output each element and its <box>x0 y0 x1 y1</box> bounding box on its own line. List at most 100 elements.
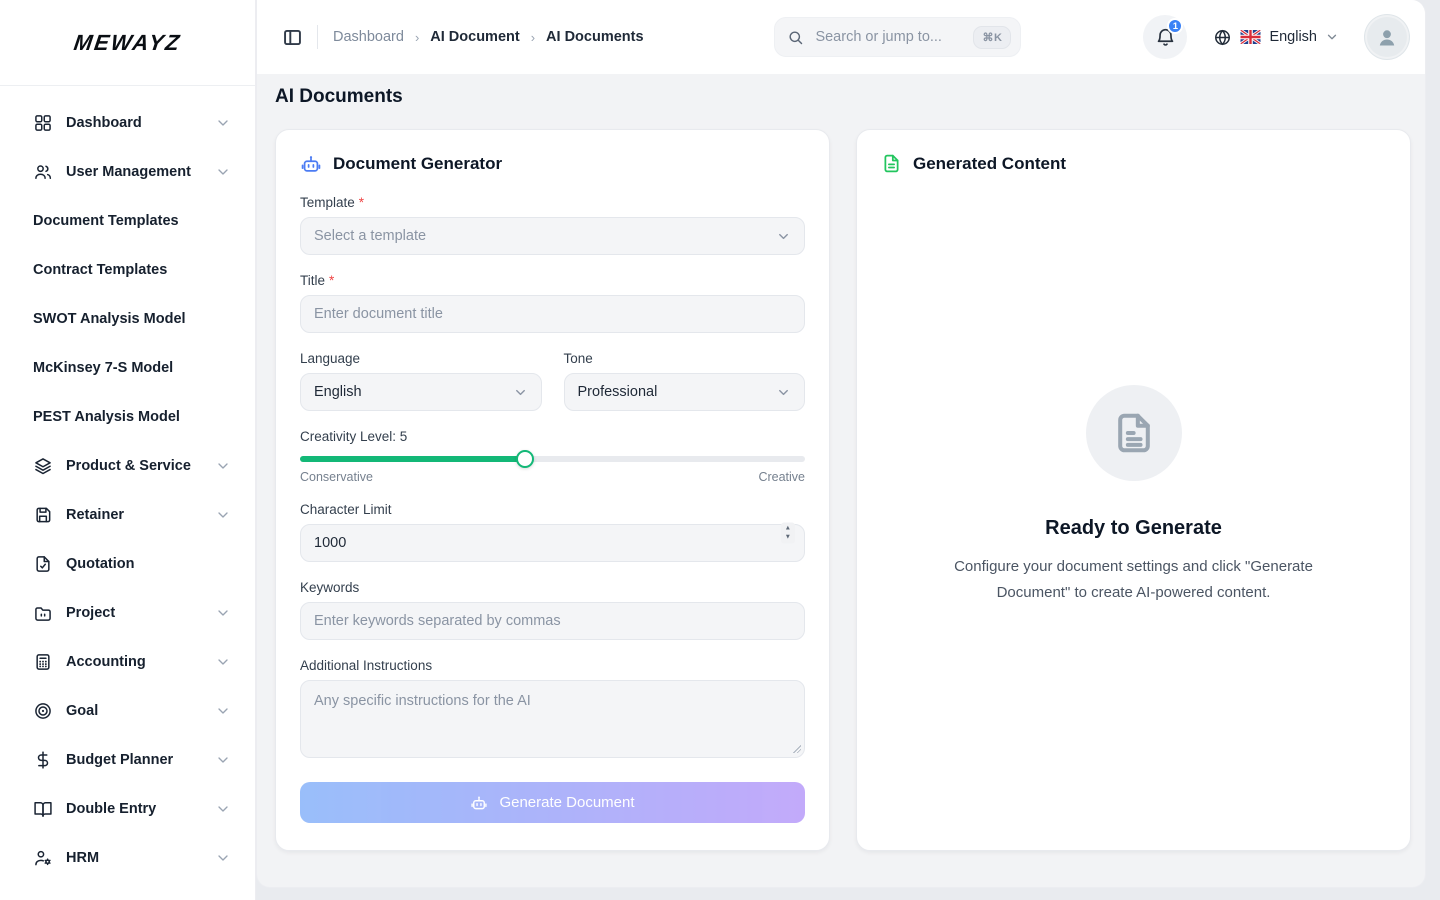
save-icon <box>33 505 53 525</box>
chevron-down-icon <box>1325 30 1339 44</box>
sidebar-item-user-management[interactable]: User Management <box>33 147 231 196</box>
sidebar-item-label: Goal <box>66 701 215 721</box>
stepper-down-icon[interactable]: ▼ <box>785 534 791 541</box>
sidebar-item-goal[interactable]: Goal <box>33 686 231 735</box>
creativity-slider-thumb[interactable] <box>516 450 534 468</box>
sidebar-item-label: Product & Service <box>66 456 215 476</box>
keywords-label: Keywords <box>300 580 359 595</box>
search-shortcut-badge: ⌘K <box>973 26 1011 49</box>
uk-flag-icon <box>1240 30 1261 44</box>
sidebar-item-accounting[interactable]: Accounting <box>33 637 231 686</box>
language-selector[interactable]: English <box>1213 28 1339 47</box>
sidebar-item-mckinsey-7-s-model[interactable]: McKinsey 7-S Model <box>33 343 231 392</box>
creativity-label: Creativity Level: 5 <box>300 429 407 444</box>
sidebar-item-retainer[interactable]: Retainer <box>33 490 231 539</box>
sidebar-item-project[interactable]: Project <box>33 588 231 637</box>
language-select-value: English <box>314 384 362 400</box>
tone-select[interactable]: Professional <box>564 373 806 411</box>
sidebar-item-double-entry[interactable]: Double Entry <box>33 784 231 833</box>
chevron-down-icon <box>215 507 231 523</box>
generator-card-title: Document Generator <box>333 154 502 174</box>
title-input[interactable] <box>300 295 805 333</box>
sidebar-item-contract-templates[interactable]: Contract Templates <box>33 245 231 294</box>
robot-icon <box>300 153 322 175</box>
breadcrumb-dashboard[interactable]: Dashboard <box>333 29 404 45</box>
sidebar-item-pest-analysis-model[interactable]: PEST Analysis Model <box>33 392 231 441</box>
user-icon <box>1375 25 1399 49</box>
template-select-placeholder: Select a template <box>314 228 426 244</box>
empty-state-title: Ready to Generate <box>1045 517 1222 540</box>
sidebar-item-label: PEST Analysis Model <box>33 407 231 427</box>
keywords-input[interactable] <box>300 602 805 640</box>
book-open-icon <box>33 799 53 819</box>
tone-field-group: Tone Professional <box>564 351 806 411</box>
language-select[interactable]: English <box>300 373 542 411</box>
generated-content-card: Generated Content Ready to Generate Conf… <box>856 129 1411 851</box>
sidebar-item-label: User Management <box>66 162 215 182</box>
chevron-down-icon <box>513 385 528 400</box>
sidebar-item-dashboard[interactable]: Dashboard <box>33 98 231 147</box>
number-stepper[interactable]: ▲ ▼ <box>781 523 795 544</box>
globe-icon <box>1213 28 1232 47</box>
breadcrumb-separator: › <box>531 30 535 45</box>
breadcrumb: Dashboard › AI Document › AI Documents <box>333 29 644 45</box>
chevron-down-icon <box>215 850 231 866</box>
user-cog-icon <box>33 848 53 868</box>
page-content: AI Documents Document Generator Template… <box>257 74 1425 887</box>
search-bar[interactable]: ⌘K <box>774 17 1021 57</box>
sidebar-item-label: SWOT Analysis Model <box>33 309 231 329</box>
target-icon <box>33 701 53 721</box>
notifications-button[interactable]: 1 <box>1143 15 1187 59</box>
sidebar-item-product-service[interactable]: Product & Service <box>33 441 231 490</box>
chevron-down-icon <box>215 164 231 180</box>
language-tone-row: Language English Tone Professional <box>300 351 805 411</box>
language-label: English <box>1269 29 1317 45</box>
tone-select-value: Professional <box>578 384 658 400</box>
search-input[interactable] <box>813 28 973 46</box>
user-avatar[interactable] <box>1367 17 1407 57</box>
cards-grid: Document Generator Template* Select a te… <box>275 129 1411 887</box>
chevron-down-icon <box>215 752 231 768</box>
page-title: AI Documents <box>275 86 1411 108</box>
generate-document-button[interactable]: Generate Document <box>300 782 805 823</box>
sidebar-item-swot-analysis-model[interactable]: SWOT Analysis Model <box>33 294 231 343</box>
chevron-down-icon <box>776 385 791 400</box>
instructions-textarea[interactable] <box>300 680 805 758</box>
calculator-icon <box>33 652 53 672</box>
breadcrumb-ai-document[interactable]: AI Document <box>430 29 519 45</box>
keywords-field-group: Keywords <box>300 580 805 640</box>
breadcrumb-separator: › <box>415 30 419 45</box>
generator-card-header: Document Generator <box>300 153 805 175</box>
template-field-group: Template* Select a template <box>300 195 805 255</box>
chevron-down-icon <box>215 605 231 621</box>
topbar-divider <box>317 25 318 49</box>
chevron-down-icon <box>215 654 231 670</box>
stepper-up-icon[interactable]: ▲ <box>785 526 791 533</box>
sidebar-item-label: Contract Templates <box>33 260 231 280</box>
sidebar-item-quotation[interactable]: Quotation <box>33 539 231 588</box>
layers-icon <box>33 456 53 476</box>
sidebar-item-budget-planner[interactable]: Budget Planner <box>33 735 231 784</box>
search-icon <box>787 29 804 46</box>
generate-button-label: Generate Document <box>499 794 634 811</box>
users-icon <box>33 162 53 182</box>
sidebar-item-hrm[interactable]: HRM <box>33 833 231 882</box>
required-mark: * <box>359 195 364 210</box>
creativity-max-label: Creative <box>758 470 805 484</box>
template-select[interactable]: Select a template <box>300 217 805 255</box>
main-panel: Dashboard › AI Document › AI Documents ⌘… <box>256 0 1426 888</box>
sidebar-toggle-button[interactable] <box>282 27 303 48</box>
folder-icon <box>33 603 53 623</box>
breadcrumb-ai-documents[interactable]: AI Documents <box>546 29 644 45</box>
language-field-group: Language English <box>300 351 542 411</box>
char-limit-input[interactable] <box>300 524 805 562</box>
sidebar-item-label: Project <box>66 603 215 623</box>
creativity-slider[interactable] <box>300 456 805 462</box>
sidebar: MEWAYZ DashboardUser ManagementDocument … <box>0 0 256 900</box>
creativity-slider-fill <box>300 456 525 462</box>
chevron-down-icon <box>215 801 231 817</box>
notification-count-badge: 1 <box>1167 18 1183 34</box>
grid-icon <box>33 113 53 133</box>
sidebar-item-document-templates[interactable]: Document Templates <box>33 196 231 245</box>
title-label: Title <box>300 273 325 288</box>
